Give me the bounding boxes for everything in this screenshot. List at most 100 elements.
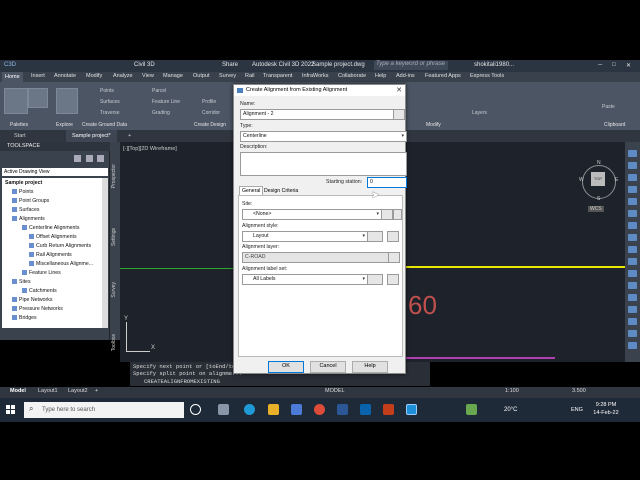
nav-icon[interactable]: [628, 342, 637, 349]
dialog-close-icon[interactable]: ✕: [396, 85, 402, 96]
close-icon[interactable]: ✕: [626, 62, 631, 69]
help-button[interactable]: Help: [352, 361, 388, 373]
cortana-icon[interactable]: [190, 404, 201, 415]
view-selector[interactable]: Active Drawing View: [2, 168, 108, 176]
cancel-button[interactable]: Cancel: [310, 361, 346, 373]
workspace-selector[interactable]: Civil 3D: [134, 62, 155, 68]
maximize-icon[interactable]: □: [612, 62, 616, 68]
site-create-button[interactable]: [381, 209, 393, 220]
tab-annotate[interactable]: Annotate: [54, 73, 76, 79]
parcel-menu[interactable]: Parcel: [152, 88, 166, 94]
feature-line-menu[interactable]: Feature Line: [152, 99, 180, 105]
minimize-icon[interactable]: ─: [598, 62, 602, 68]
tree-node-centerline-alignments[interactable]: Centerline Alignments: [22, 225, 79, 231]
tab-featured-apps[interactable]: Featured Apps: [425, 73, 461, 79]
layers-button[interactable]: Layers: [472, 110, 487, 116]
tab-home[interactable]: Home: [2, 72, 23, 82]
nav-icon[interactable]: [628, 258, 637, 265]
nav-icon[interactable]: [628, 282, 637, 289]
tab-start[interactable]: Start: [8, 130, 32, 142]
nav-icon[interactable]: [628, 294, 637, 301]
panel-create-design[interactable]: Create Design: [194, 122, 226, 128]
nav-icon[interactable]: [628, 318, 637, 325]
taskbar-search[interactable]: Type here to search: [24, 402, 184, 418]
tab-model[interactable]: Model: [10, 388, 26, 394]
tab-layout2[interactable]: Layout2: [68, 388, 88, 394]
tree-node-bridges[interactable]: Bridges: [12, 315, 37, 321]
layer-select-button[interactable]: [388, 252, 400, 263]
tab-prospector[interactable]: Prospector: [111, 164, 117, 188]
nav-icon[interactable]: [628, 198, 637, 205]
tree-node-misc-alignments[interactable]: Miscellaneous Alignme...: [29, 261, 93, 267]
tab-express-tools[interactable]: Express Tools: [470, 73, 504, 79]
tree-node-point-groups[interactable]: Point Groups: [12, 198, 49, 204]
tree-node-sites[interactable]: Sites: [12, 279, 31, 285]
tab-insert[interactable]: Insert: [31, 73, 45, 79]
file-explorer-icon[interactable]: [268, 404, 279, 415]
command-input[interactable]: CREATEALIGNFROMEXISTING: [144, 378, 220, 385]
compass-south[interactable]: S: [597, 196, 600, 202]
model-space-toggle[interactable]: MODEL: [325, 388, 345, 394]
description-field[interactable]: [240, 152, 407, 176]
nav-icon[interactable]: [628, 234, 637, 241]
traverse-menu[interactable]: Traverse: [100, 110, 120, 116]
tab-survey[interactable]: Survey: [219, 73, 236, 79]
panel-create-ground-data[interactable]: Create Ground Data: [82, 122, 127, 128]
corridor-menu[interactable]: Corridor: [202, 110, 220, 116]
toolspace-toolbar-icon[interactable]: [74, 155, 81, 162]
tab-view[interactable]: View: [142, 73, 154, 79]
tab-settings[interactable]: Settings: [111, 228, 117, 246]
label-set-dropdown[interactable]: All Labels ▾: [242, 274, 368, 285]
type-dropdown[interactable]: Centerline ▾: [240, 131, 407, 142]
user-name[interactable]: shokitali1980...: [474, 62, 514, 68]
toolspace-toolbar-icon[interactable]: [85, 155, 93, 162]
profile-menu[interactable]: Profile: [202, 99, 216, 105]
tab-help[interactable]: Help: [375, 73, 386, 79]
compass-west[interactable]: W: [579, 177, 584, 183]
add-layout-button[interactable]: +: [95, 388, 98, 394]
tree-node-pipe-networks[interactable]: Pipe Networks: [12, 297, 52, 303]
tree-node-catchments[interactable]: Catchments: [22, 288, 57, 294]
project-explorer-button[interactable]: [56, 88, 78, 114]
nav-icon[interactable]: [628, 270, 637, 277]
tab-output[interactable]: Output: [193, 73, 210, 79]
weather-icon[interactable]: [466, 404, 477, 415]
tree-node-rail-alignments[interactable]: Rail Alignments: [29, 252, 72, 258]
tree-node-drawing[interactable]: Sample project: [5, 180, 42, 186]
wcs-menu[interactable]: WCS: [588, 206, 604, 212]
word-icon[interactable]: [337, 404, 348, 415]
nav-icon[interactable]: [628, 150, 637, 157]
panel-palettes[interactable]: Palettes: [10, 122, 28, 128]
task-view-icon[interactable]: [218, 404, 229, 415]
panel-explore[interactable]: Explore: [56, 122, 73, 128]
nav-icon[interactable]: [628, 186, 637, 193]
nav-icon[interactable]: [628, 246, 637, 253]
label-set-edit-button[interactable]: [367, 274, 383, 285]
new-tab-button[interactable]: +: [122, 130, 137, 142]
share-button[interactable]: Share: [222, 62, 238, 68]
tree-node-surfaces[interactable]: Surfaces: [12, 207, 39, 213]
tree-node-points[interactable]: Points: [12, 189, 33, 195]
nav-icon[interactable]: [628, 222, 637, 229]
tab-manage[interactable]: Manage: [163, 73, 183, 79]
alignment-layer-field[interactable]: C-ROAD: [242, 252, 389, 263]
compass-east[interactable]: E: [615, 177, 618, 183]
starting-station-field[interactable]: 0: [367, 177, 407, 188]
site-options-button[interactable]: [393, 209, 402, 220]
tree-node-alignments[interactable]: Alignments: [12, 216, 45, 222]
ok-button[interactable]: OK: [268, 361, 304, 373]
tab-addins[interactable]: Add-ins: [396, 73, 415, 79]
tab-collaborate[interactable]: Collaborate: [338, 73, 366, 79]
language-indicator[interactable]: ENG: [571, 407, 583, 413]
points-menu[interactable]: Points: [100, 88, 114, 94]
panel-clipboard[interactable]: Clipboard: [604, 122, 625, 128]
alignment-style-dropdown[interactable]: Layout ▾: [242, 231, 368, 242]
tree-node-pressure-networks[interactable]: Pressure Networks: [12, 306, 63, 312]
paste-button[interactable]: Paste: [602, 104, 615, 110]
label-set-pick-button[interactable]: [387, 274, 399, 285]
app-logo[interactable]: C3D: [4, 62, 16, 68]
tree-node-curb-return-alignments[interactable]: Curb Return Alignments: [29, 243, 91, 249]
style-edit-button[interactable]: [367, 231, 383, 242]
civil3d-taskbar-icon[interactable]: [406, 404, 417, 415]
tab-modify[interactable]: Modify: [86, 73, 102, 79]
